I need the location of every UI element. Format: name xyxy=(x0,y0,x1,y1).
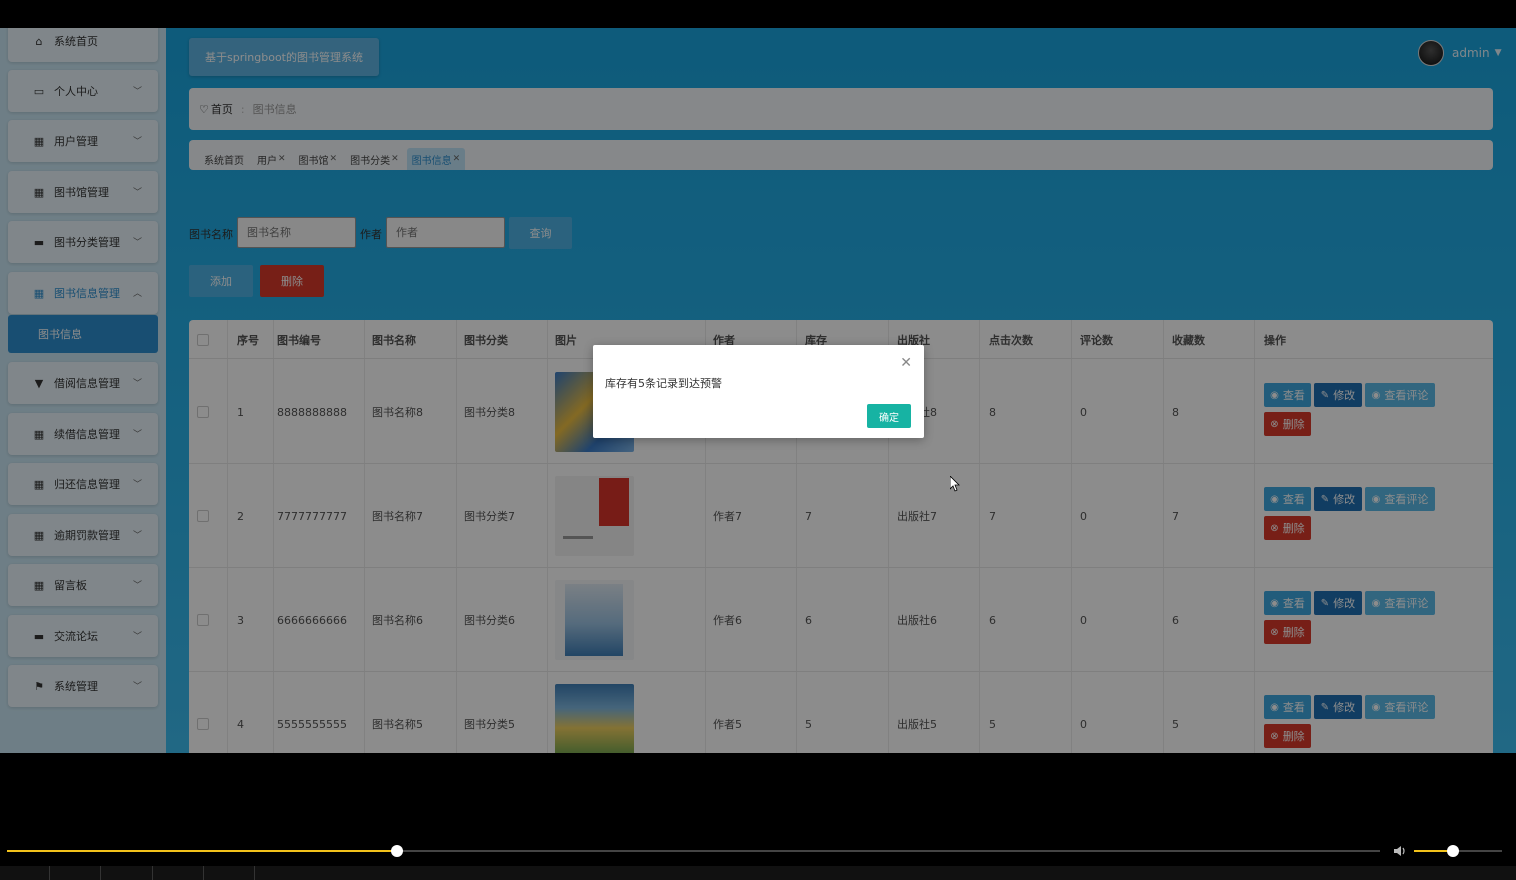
volume-icon[interactable] xyxy=(1392,843,1408,859)
confirm-button[interactable]: 确定 xyxy=(867,404,911,428)
alert-dialog: ✕ 库存有5条记录到达预警 确定 xyxy=(593,345,924,438)
taskbar-divider xyxy=(49,866,50,880)
volume-knob[interactable] xyxy=(1446,845,1459,857)
video-frame: ⌂ 系统首页 ▭ 个人中心 ﹀ ▦ 用户管理 ﹀ ▦ 图书馆管理 ﹀ ▬ 图书分… xyxy=(0,28,1516,753)
taskbar-divider xyxy=(254,866,255,880)
alert-message: 库存有5条记录到达预警 xyxy=(605,377,722,390)
taskbar-divider xyxy=(203,866,204,880)
close-icon[interactable]: ✕ xyxy=(900,355,912,371)
screen: ⌂ 系统首页 ▭ 个人中心 ﹀ ▦ 用户管理 ﹀ ▦ 图书馆管理 ﹀ ▬ 图书分… xyxy=(0,0,1516,880)
taskbar-divider xyxy=(100,866,101,880)
progress-fill xyxy=(7,850,397,852)
progress-knob[interactable] xyxy=(390,845,403,857)
taskbar-divider xyxy=(152,866,153,880)
mouse-cursor-icon xyxy=(950,476,960,492)
taskbar-strip xyxy=(0,866,1516,880)
